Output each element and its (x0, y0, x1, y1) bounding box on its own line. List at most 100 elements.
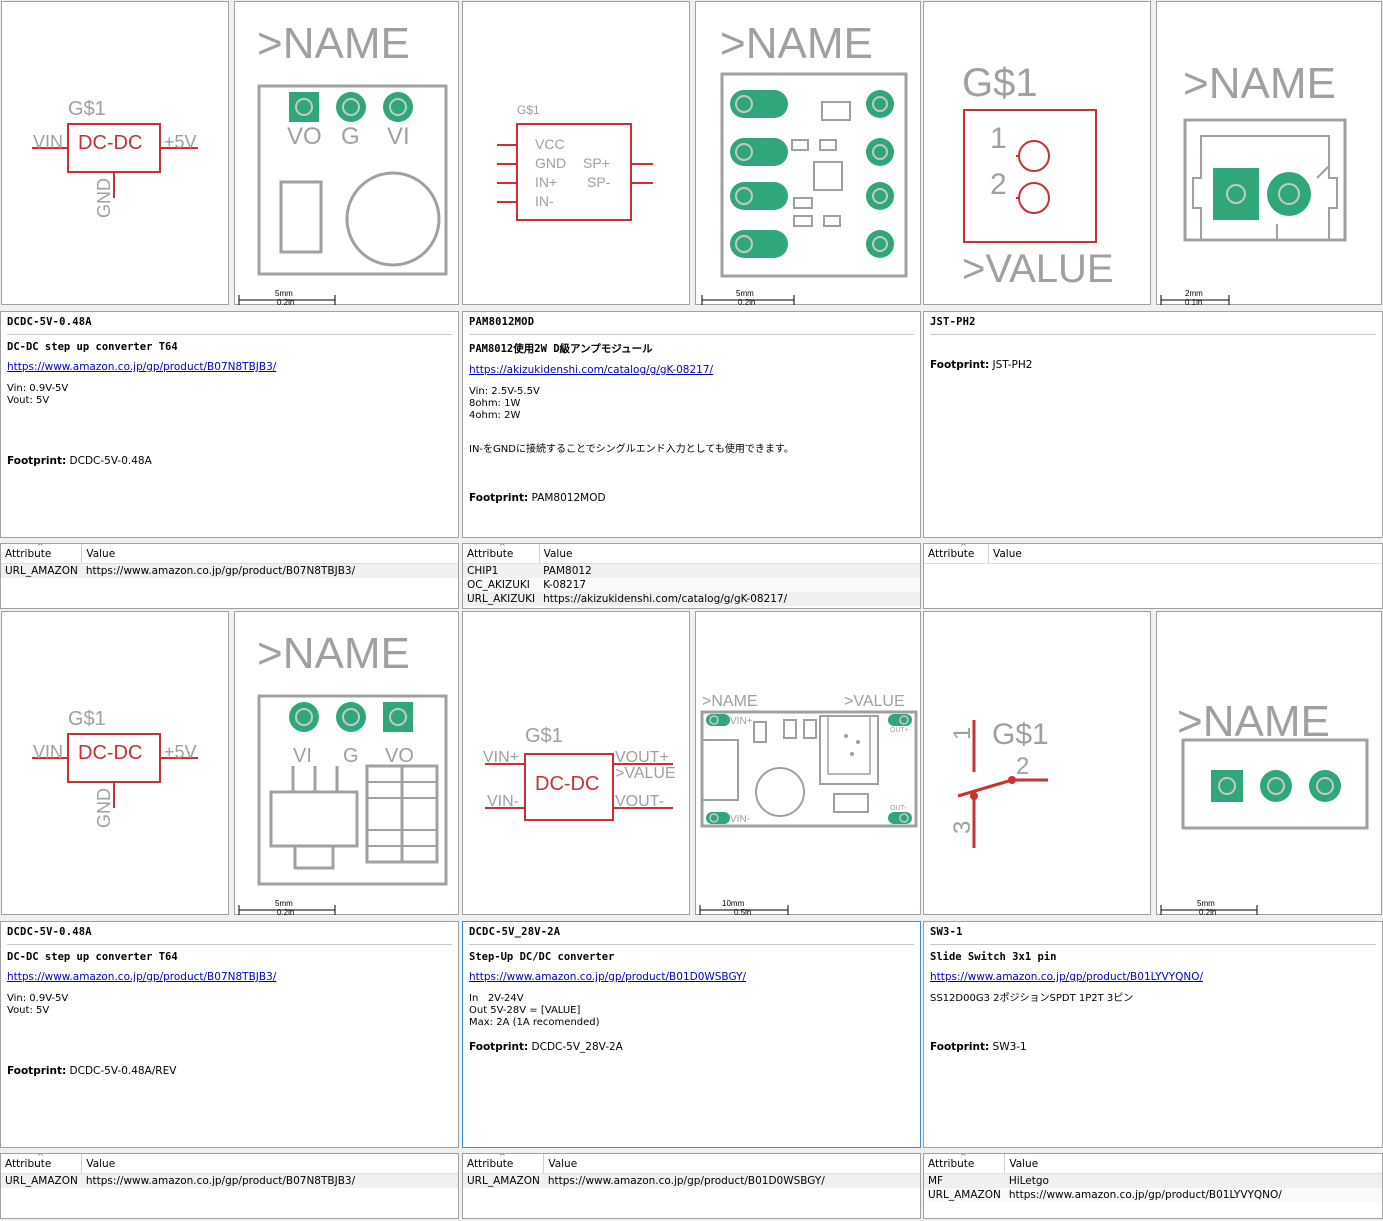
schematic-preview[interactable]: G$1 DC-DC VIN+ VIN- VOUT+ >VALUE VOUT- (462, 611, 690, 915)
part-title: DCDC-5V-0.48A (7, 926, 452, 945)
pin-vin-plus: VIN+ (483, 749, 519, 766)
pad-label-vin-plus: VIN+ (730, 716, 753, 727)
symbol-value: >VALUE (615, 765, 676, 782)
symbol-name: G$1 (525, 725, 563, 747)
pin-vcc: VCC (535, 136, 565, 152)
package-footprint: >NAME 5mm 0.2in (1160, 697, 1369, 916)
symbol-body: DC-DC (78, 132, 142, 154)
description-panel: JST-PH2 Footprint: JST-PH2 (923, 311, 1383, 538)
schematic-preview[interactable]: G$1 1 2 >VALUE (923, 1, 1151, 305)
part-title: SW3-1 (930, 926, 1376, 945)
table-row[interactable]: CHIP1 PAM8012 (463, 563, 920, 578)
part-heading: Slide Switch 3x1 pin (930, 951, 1057, 963)
column-header-value[interactable]: Value (81, 544, 458, 564)
schematic-symbol: G$1 1 2 >VALUE (962, 61, 1114, 291)
attribute-table: ^ Attribute Value (923, 543, 1383, 609)
table-row[interactable]: URL_AMAZON https://www.amazon.co.jp/gp/pr… (463, 1173, 920, 1188)
column-header-attribute[interactable]: ^ Attribute (463, 543, 540, 564)
column-header-value[interactable]: Value (1004, 1154, 1382, 1174)
pin-1: 1 (949, 727, 976, 740)
table-row[interactable]: MF HiLetgo (924, 1173, 1382, 1188)
symbol-name: G$1 (517, 103, 540, 117)
package-footprint: >NAME VI G VO 5mm 0.2in (238, 629, 448, 916)
pad-label-g: G (343, 745, 359, 767)
pin-5v: +5V (164, 742, 197, 762)
pin-vin: VIN (33, 742, 63, 762)
scale-mm: 5mm (1197, 899, 1215, 908)
spec-line: Vin: 0.9V-5V (7, 993, 69, 1004)
scale-mm: 10mm (722, 899, 745, 908)
pin-gnd: GND (535, 155, 566, 171)
package-name: >NAME (1183, 59, 1336, 108)
spec-line: Max: 2A (1A recomended) (469, 1017, 600, 1028)
column-header-attribute[interactable]: ^ Attribute (924, 1154, 1006, 1174)
schematic-preview[interactable]: G$1 DC-DC VIN +5V GND (1, 1, 229, 305)
sort-up-icon: ^ (499, 543, 506, 551)
part-heading: DC-DC step up converter T64 (7, 951, 178, 963)
product-link[interactable]: https://www.amazon.co.jp/gp/product/B01L… (930, 971, 1376, 983)
pad-label-vin-minus: VIN- (730, 814, 750, 825)
footprint-line: Footprint: SW3-1 (930, 1041, 1027, 1053)
footprint-line: Footprint: DCDC-5V-0.48A (7, 455, 152, 467)
table-row[interactable]: OC_AKIZUKI K-08217 (463, 578, 920, 592)
package-preview[interactable]: >NAME VO G VI 5mm 0.2in (234, 1, 459, 306)
symbol-name: G$1 (68, 708, 106, 730)
column-header-value[interactable]: Value (543, 1154, 920, 1174)
sort-up-icon: ^ (960, 543, 967, 551)
pin-3: 3 (949, 821, 976, 834)
table-row[interactable]: URL_AMAZON https://www.amazon.co.jp/gp/pr… (1, 563, 458, 578)
product-link[interactable]: https://www.amazon.co.jp/gp/product/B07N… (7, 971, 452, 983)
scale-in: 0.1in (1185, 298, 1202, 306)
pad-label-vo: VO (287, 123, 322, 150)
product-link[interactable]: https://www.amazon.co.jp/gp/product/B07N… (7, 361, 452, 373)
attribute-table: ^ Attribute Value URL_AMAZON https://www.am… (0, 543, 459, 609)
symbol-name: G$1 (68, 98, 106, 120)
product-link[interactable]: https://akizukidenshi.com/catalog/g/gK-0… (469, 364, 914, 376)
pin-sp-plus: SP+ (583, 155, 610, 171)
schematic-symbol: G$1 VCC GND IN+ IN- SP+ SP- (497, 103, 653, 221)
schematic-preview[interactable]: G$1 VCC GND IN+ IN- SP+ SP- (462, 1, 690, 305)
pin-2: 2 (1016, 753, 1029, 780)
attribute-table: ^ Attribute Value URL_AMAZON https://www.am… (0, 1153, 459, 1219)
scale-mm: 2mm (1185, 289, 1203, 298)
scale-in: 0.2in (277, 298, 294, 306)
attribute-table: ^ Attribute Value MF HiLetgo URL_AMAZON http… (923, 1153, 1383, 1219)
package-name: >NAME (720, 19, 873, 68)
schematic-preview[interactable]: G$1 1 2 3 (923, 611, 1151, 915)
symbol-body: DC-DC (535, 773, 599, 795)
schematic-preview[interactable]: G$1 DC-DC VIN +5V GND (1, 611, 229, 915)
column-header-value[interactable]: Value (988, 544, 1382, 564)
spec-line: Vin: 2.5V-5.5V (469, 386, 540, 397)
pin-gnd: GND (94, 178, 114, 218)
column-header-value[interactable]: Value (539, 544, 920, 564)
column-header-attribute[interactable]: ^ Attribute (463, 1154, 545, 1174)
spec-line: Vin: 0.9V-5V (7, 383, 69, 394)
product-link[interactable]: https://www.amazon.co.jp/gp/product/B01D… (469, 971, 914, 983)
package-footprint: >NAME 2mm 0.1in (1160, 59, 1347, 306)
column-header-attribute[interactable]: ^ Attribute (1, 544, 83, 564)
part-heading: PAM8012使用2W D級アンプモジュール (469, 343, 653, 355)
part-title: JST-PH2 (930, 316, 1376, 335)
symbol-value: >VALUE (962, 247, 1114, 291)
column-header-value[interactable]: Value (81, 1154, 458, 1174)
package-preview[interactable]: >NAME 5mm 0.2in (1156, 611, 1382, 916)
pin-vin-minus: VIN- (487, 793, 519, 810)
table-row[interactable]: URL_AMAZON https://www.amazon.co.jp/gp/pr… (1, 1173, 458, 1188)
pin-in-minus: IN- (535, 193, 554, 209)
package-preview[interactable]: >NAME 5mm 0.2in (695, 1, 921, 306)
pin-5v: +5V (164, 132, 197, 152)
column-header-attribute[interactable]: ^ Attribute (1, 1154, 83, 1174)
package-name: >NAME (257, 19, 410, 68)
package-preview[interactable]: >NAME VI G VO 5mm 0.2in (234, 611, 459, 916)
description-panel: DCDC-5V-0.48A DC-DC step up converter T6… (0, 921, 459, 1148)
scale-mm: 5mm (275, 899, 293, 908)
package-preview[interactable]: >NAME 2mm 0.1in (1156, 1, 1382, 306)
column-header-attribute[interactable]: ^ Attribute (924, 544, 989, 564)
table-row[interactable]: URL_AKIZUKI https://akizukidenshi.com/cat… (463, 592, 920, 606)
schematic-symbol: G$1 DC-DC VIN +5V GND (32, 708, 198, 828)
part-title: DCDC-5V-0.48A (7, 316, 452, 335)
table-row[interactable]: URL_AMAZON https://www.amazon.co.jp/gp/pr… (924, 1188, 1382, 1202)
note-line: IN-をGNDに接続することでシングルエンド入力としても使用できます。 (469, 444, 794, 455)
package-preview[interactable]: >NAME >VALUE VIN+ VIN- OUT+ OUT- 10mm 0.… (695, 611, 921, 916)
description-panel: PAM8012MOD PAM8012使用2W D級アンプモジュール https:… (462, 311, 921, 538)
